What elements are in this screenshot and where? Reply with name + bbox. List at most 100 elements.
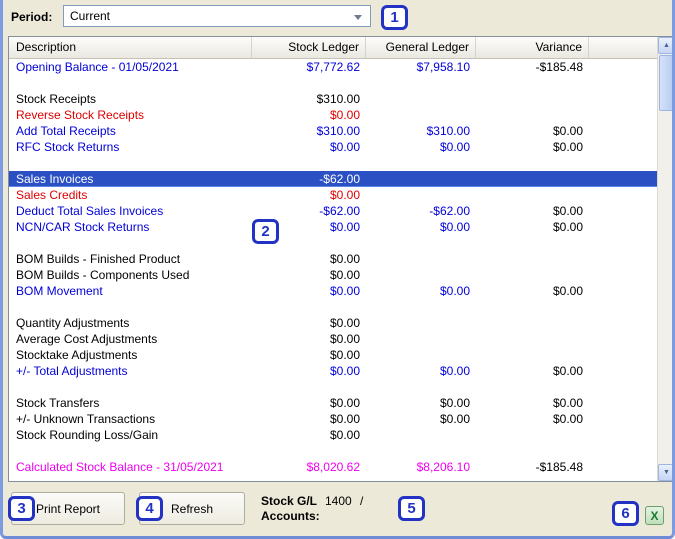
column-header-variance[interactable]: Variance	[476, 37, 589, 58]
cell-general: $0.00	[439, 284, 470, 298]
vertical-scrollbar[interactable]: ▲ ▼	[657, 37, 672, 481]
cell-general	[366, 75, 476, 91]
cell-variance	[476, 91, 589, 107]
cell-filler	[589, 347, 657, 363]
cell-variance: $0.00	[552, 364, 583, 378]
table-row[interactable]: NCN/CAR Stock Returns $0.00 $0.00 $0.00	[9, 219, 657, 235]
cell-stock: $0.00	[329, 412, 360, 426]
table-row[interactable]: +/- Total Adjustments $0.00 $0.00 $0.00	[9, 363, 657, 379]
table-row[interactable]: BOM Builds - Finished Product $0.00	[9, 251, 657, 267]
cell-variance	[476, 331, 589, 347]
table-row[interactable]: Stock Rounding Loss/Gain $0.00	[9, 427, 657, 443]
cell-variance	[476, 443, 589, 459]
table-row[interactable]: Average Cost Adjustments $0.00	[9, 331, 657, 347]
cell-filler	[589, 411, 657, 427]
cell-desc: Stock Rounding Loss/Gain	[16, 428, 159, 442]
cell-variance: $0.00	[552, 124, 583, 138]
cell-desc: BOM Builds - Components Used	[16, 268, 190, 282]
cell-filler	[589, 299, 657, 315]
export-excel-button[interactable]: X	[645, 506, 664, 525]
table-row[interactable]: Add Total Receipts $310.00 $310.00 $0.00	[9, 123, 657, 139]
cell-variance	[476, 379, 589, 395]
cell-desc: Sales Invoices	[16, 172, 94, 186]
cell-filler	[589, 283, 657, 299]
cell-stock	[252, 299, 366, 315]
table-row[interactable]	[9, 235, 657, 251]
cell-desc: RFC Stock Returns	[16, 140, 120, 154]
cell-desc: NCN/CAR Stock Returns	[16, 220, 150, 234]
table-row[interactable]: BOM Builds - Components Used $0.00	[9, 267, 657, 283]
cell-filler	[589, 139, 657, 155]
cell-variance: $0.00	[552, 140, 583, 154]
period-value: Current	[70, 9, 111, 23]
stock-gl-account-value: 1400	[325, 494, 352, 508]
table-row[interactable]: RFC Stock Returns $0.00 $0.00 $0.00	[9, 139, 657, 155]
reconciliation-table: Description Stock Ledger General Ledger …	[8, 36, 672, 482]
cell-variance	[476, 187, 589, 203]
cell-stock: $0.00	[329, 364, 360, 378]
cell-variance	[476, 107, 589, 123]
cell-variance	[476, 251, 589, 267]
cell-stock: $7,772.62	[306, 60, 360, 74]
cell-general	[366, 155, 476, 171]
cell-filler	[589, 59, 657, 75]
cell-general	[366, 91, 476, 107]
column-header-general-ledger[interactable]: General Ledger	[366, 37, 476, 58]
cell-filler	[589, 171, 657, 186]
cell-filler	[589, 91, 657, 107]
table-row[interactable]: Deduct Total Sales Invoices -$62.00 -$62.0…	[9, 203, 657, 219]
cell-variance: $0.00	[552, 412, 583, 426]
table-row[interactable]: Sales Invoices -$62.00	[9, 171, 657, 187]
cell-general: -$62.00	[429, 204, 470, 218]
cell-variance	[476, 315, 589, 331]
table-row[interactable]: Reverse Stock Receipts $0.00	[9, 107, 657, 123]
column-header-description[interactable]: Description	[9, 37, 252, 58]
table-row[interactable]: +/- Unknown Transactions $0.00 $0.00 $0.00	[9, 411, 657, 427]
table-row[interactable]: Stock Transfers $0.00 $0.00 $0.00	[9, 395, 657, 411]
table-row[interactable]	[9, 443, 657, 459]
stock-gl-accounts-label: Stock G/L Accounts:	[261, 494, 320, 524]
cell-general	[366, 171, 476, 186]
cell-stock	[252, 379, 366, 395]
cell-general: $0.00	[439, 220, 470, 234]
table-row[interactable]: Opening Balance - 01/05/2021 $7,772.62 $7,…	[9, 59, 657, 75]
cell-stock: $0.00	[329, 348, 360, 362]
cell-stock	[252, 75, 366, 91]
cell-filler	[589, 235, 657, 251]
cell-desc: Add Total Receipts	[16, 124, 116, 138]
cell-stock: $0.00	[329, 188, 360, 202]
column-header-stock-ledger[interactable]: Stock Ledger	[252, 37, 366, 58]
cell-filler	[589, 379, 657, 395]
cell-desc: +/- Total Adjustments	[16, 364, 128, 378]
cell-general	[366, 443, 476, 459]
cell-desc: Reverse Stock Receipts	[16, 108, 145, 122]
cell-filler	[589, 443, 657, 459]
callout-6: 6	[612, 501, 639, 526]
table-row[interactable]	[9, 299, 657, 315]
cell-general	[366, 331, 476, 347]
scrollbar-thumb[interactable]	[659, 55, 672, 111]
table-row[interactable]: BOM Movement $0.00 $0.00 $0.00	[9, 283, 657, 299]
cell-variance: -$185.48	[535, 460, 583, 474]
cell-desc: Average Cost Adjustments	[16, 332, 158, 346]
table-row[interactable]: Sales Credits $0.00	[9, 187, 657, 203]
cell-desc: BOM Builds - Finished Product	[16, 252, 181, 266]
period-dropdown[interactable]: Current	[63, 5, 371, 27]
cell-desc	[9, 443, 252, 459]
scroll-up-icon[interactable]: ▲	[658, 37, 672, 54]
table-row[interactable]: Quantity Adjustments $0.00	[9, 315, 657, 331]
table-row[interactable]	[9, 155, 657, 171]
table-row[interactable]: Calculated Stock Balance - 31/05/2021 $8,…	[9, 459, 657, 475]
cell-variance: $0.00	[552, 220, 583, 234]
table-row[interactable]: Stocktake Adjustments $0.00	[9, 347, 657, 363]
cell-stock: $0.00	[329, 332, 360, 346]
callout-3: 3	[8, 496, 35, 521]
cell-variance: -$185.48	[535, 60, 583, 74]
cell-desc	[9, 75, 252, 91]
table-row[interactable]: Stock Receipts $310.00	[9, 91, 657, 107]
cell-general: $0.00	[439, 140, 470, 154]
table-row[interactable]	[9, 75, 657, 91]
table-row[interactable]	[9, 379, 657, 395]
cell-filler	[589, 187, 657, 203]
scroll-down-icon[interactable]: ▼	[658, 464, 672, 481]
